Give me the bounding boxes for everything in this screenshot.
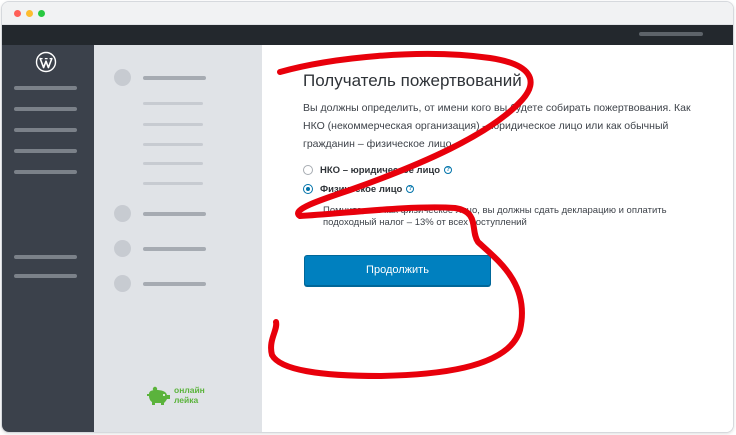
admin-menu-item[interactable] — [14, 274, 77, 278]
legal-entity-radio[interactable] — [303, 165, 313, 175]
admin-menu-item[interactable] — [14, 149, 77, 153]
topbar-placeholder[interactable] — [639, 32, 703, 36]
individual-radio[interactable] — [303, 184, 313, 194]
maximize-window-dot[interactable] — [38, 10, 45, 17]
leyka-logo: онлайн лейка — [146, 385, 216, 409]
admin-menu-item[interactable] — [14, 128, 77, 132]
option-individual[interactable]: Физическое лицо ? — [303, 182, 415, 196]
question-icon[interactable]: ? — [406, 185, 415, 193]
page-title: Получатель пожертвований — [303, 71, 522, 90]
question-icon[interactable]: ? — [444, 166, 453, 174]
substep-item[interactable] — [143, 162, 203, 165]
wizard-steps-nav: онлайн лейка — [94, 45, 262, 432]
brand-line-2: лейка — [174, 395, 199, 405]
continue-button[interactable]: Продолжить — [304, 255, 491, 286]
minimize-window-dot[interactable] — [26, 10, 33, 17]
step-1-label[interactable] — [143, 76, 206, 80]
step-2-indicator — [114, 205, 131, 222]
wordpress-logo-icon[interactable] — [35, 51, 57, 73]
admin-top-bar — [2, 25, 733, 45]
wizard-content: Получатель пожертвований Вы должны опред… — [262, 45, 733, 432]
recipient-description: Вы должны определить, от имени кого вы б… — [303, 102, 691, 150]
window-titlebar — [2, 2, 733, 25]
admin-menu-item[interactable] — [14, 255, 77, 259]
brand-line-1: онлайн — [174, 385, 205, 395]
step-4-label[interactable] — [143, 282, 206, 286]
close-window-dot[interactable] — [14, 10, 21, 17]
substep-item[interactable] — [143, 143, 203, 146]
leyka-logo-text: онлайн лейка — [174, 385, 205, 405]
admin-menu-item[interactable] — [14, 170, 77, 174]
admin-menu-item[interactable] — [14, 107, 77, 111]
admin-sidebar — [2, 45, 94, 432]
option-legal-entity[interactable]: НКО – юридическое лицо ? — [303, 163, 453, 177]
step-4-indicator — [114, 275, 131, 292]
step-1-indicator — [114, 69, 131, 86]
substep-item[interactable] — [143, 102, 203, 105]
browser-window: онлайн лейка Получатель пожертвований Вы… — [1, 1, 734, 433]
piggy-bank-icon — [147, 386, 170, 405]
step-2-label[interactable] — [143, 212, 206, 216]
step-3-indicator — [114, 240, 131, 257]
legal-entity-label[interactable]: НКО – юридическое лицо — [320, 165, 440, 176]
individual-label[interactable]: Физическое лицо — [320, 184, 402, 195]
admin-menu-item[interactable] — [14, 86, 77, 90]
substep-item[interactable] — [143, 182, 203, 185]
tax-note: Помните, что как физическое лицо, вы дол… — [323, 205, 667, 228]
substep-item[interactable] — [143, 123, 203, 126]
step-3-label[interactable] — [143, 247, 206, 251]
